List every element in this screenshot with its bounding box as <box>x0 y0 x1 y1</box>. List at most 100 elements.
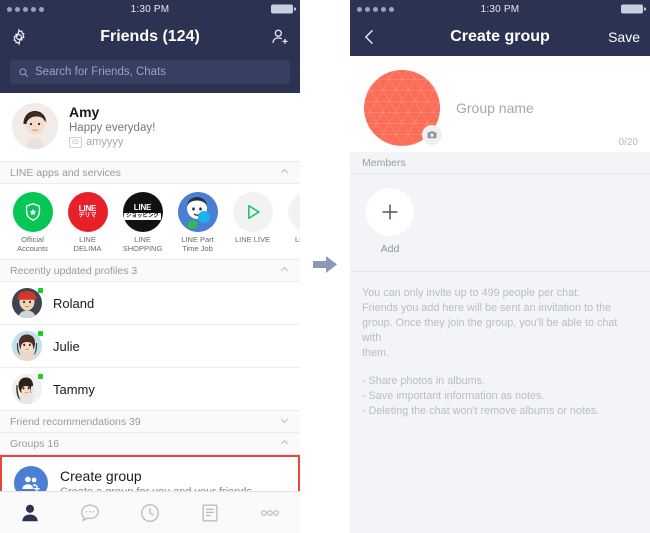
profile-id: amyyyy <box>86 136 124 148</box>
status-time: 1:30 PM <box>480 3 520 15</box>
camera-icon[interactable] <box>422 125 442 145</box>
section-label: Friend recommendations 39 <box>10 415 141 428</box>
profile-name: Amy <box>69 104 100 120</box>
tab-timeline[interactable] <box>120 502 180 524</box>
members-area: Add <box>350 174 650 272</box>
transition-arrow-area <box>300 0 350 533</box>
section-header-groups[interactable]: Groups 16 <box>0 433 300 455</box>
app-label: LINE SHOPPING <box>122 235 163 253</box>
tab-chats[interactable] <box>60 502 120 524</box>
avatar <box>12 288 43 318</box>
add-label: Add <box>380 243 400 255</box>
section-label: LINE apps and services <box>10 166 121 179</box>
friend-name: Tammy <box>53 381 95 397</box>
character-counter: 0/20 <box>618 137 638 148</box>
app-label: LINE Part Time Job <box>181 235 214 253</box>
timeline-tab-icon <box>141 503 159 522</box>
music-note-icon <box>287 192 300 232</box>
status-bar-left: 1:30 PM <box>0 0 300 18</box>
friend-row-julie[interactable]: Julie <box>0 325 300 368</box>
search-icon <box>19 67 28 77</box>
app-item-line-shopping[interactable]: LINE ショッピング LINE SHOPPING <box>118 192 167 253</box>
section-label: Recently updated profiles 3 <box>10 264 138 277</box>
id-badge: ID <box>69 136 83 148</box>
add-member-button[interactable]: Add <box>364 188 416 255</box>
line-parttime-icon <box>177 192 218 232</box>
info-line-2: Friends you add here will be sent an inv… <box>362 302 612 314</box>
friends-screen: 1:30 PM Friends (124) Search for Friends… <box>0 0 300 533</box>
friends-tab-icon <box>22 504 38 521</box>
friend-name: Julie <box>53 338 80 354</box>
page-title: Create group <box>450 28 550 45</box>
update-dot <box>38 331 43 336</box>
save-button[interactable]: Save <box>608 29 640 45</box>
chevron-up-icon <box>279 437 290 451</box>
line-shopping-icon: LINE ショッピング <box>122 192 163 232</box>
plus-icon <box>366 188 414 236</box>
save-label: Save <box>608 29 640 45</box>
tab-more[interactable] <box>240 502 300 524</box>
more-tab-icon <box>261 509 279 516</box>
chevron-up-icon <box>279 166 290 180</box>
update-dot <box>38 288 43 293</box>
my-profile-row[interactable]: Amy Happy everyday! ID amyyyy <box>0 93 300 162</box>
search-placeholder: Search for Friends, Chats <box>35 66 167 78</box>
search-area: Search for Friends, Chats <box>0 56 300 93</box>
app-label: LINE DELIMA <box>73 235 102 253</box>
update-dot <box>38 374 43 379</box>
arrow-right-icon <box>311 253 339 280</box>
friend-row-roland[interactable]: Roland <box>0 282 300 325</box>
avatar <box>12 331 43 361</box>
section-header-friend-recommendations[interactable]: Friend recommendations 39 <box>0 411 300 433</box>
profile-status-message: Happy everyday! <box>69 122 156 134</box>
apps-strip: Official Accounts LINE デリマ LINE DELIMA L… <box>0 184 300 260</box>
app-item-line-delima[interactable]: LINE デリマ LINE DELIMA <box>63 192 112 253</box>
chevron-left-icon[interactable] <box>360 27 380 47</box>
app-item-line-live[interactable]: LINE LIVE <box>228 192 277 253</box>
avatar <box>12 374 43 404</box>
chevron-up-icon <box>279 264 290 278</box>
friend-row-tammy[interactable]: Tammy <box>0 368 300 411</box>
add-person-icon[interactable] <box>270 27 290 47</box>
avatar <box>12 103 58 149</box>
tab-bar <box>0 491 300 533</box>
tab-news[interactable] <box>180 502 240 524</box>
battery-icon <box>271 4 296 14</box>
create-group-body: Group name 0/20 Members Add You can only… <box>350 56 650 533</box>
create-group-screen: 1:30 PM Create group Save Group name 0/2… <box>350 0 650 533</box>
section-header-apps[interactable]: LINE apps and services <box>0 162 300 184</box>
tab-friends[interactable] <box>0 502 60 524</box>
app-label: LINE LIVE <box>234 235 271 244</box>
section-header-recent-profiles[interactable]: Recently updated profiles 3 <box>0 260 300 282</box>
info-text-block: You can only invite up to 499 people per… <box>350 272 650 433</box>
group-name-input[interactable]: Group name <box>456 70 534 116</box>
chevron-down-icon <box>279 415 290 429</box>
line-delima-icon: LINE デリマ <box>67 192 108 232</box>
app-label: LINE M <box>294 235 300 244</box>
app-item-official-accounts[interactable]: Official Accounts <box>8 192 57 253</box>
dual-phone-stage: 1:30 PM Friends (124) Search for Friends… <box>0 0 650 533</box>
app-item-line-music[interactable]: LINE M <box>283 192 300 253</box>
members-header: Members <box>350 152 650 174</box>
news-tab-icon <box>202 504 218 521</box>
group-avatar[interactable] <box>364 70 442 146</box>
info-bullet-1: - Share photos in albums. <box>362 375 486 387</box>
info-bullet-3: - Deleting the chat won't remove albums … <box>362 405 600 417</box>
shopping-bottom: ショッピング <box>123 213 161 220</box>
friend-name: Roland <box>53 295 95 311</box>
battery-icon <box>621 4 646 14</box>
nav-bar-left: Friends (124) <box>0 18 300 56</box>
play-icon <box>232 192 273 232</box>
info-bullet-2: - Save important information as notes. <box>362 390 545 402</box>
create-group-title: Create group <box>60 468 142 484</box>
delima-top: LINE <box>78 203 97 213</box>
gear-icon[interactable] <box>10 28 28 46</box>
group-name-card: Group name 0/20 <box>350 56 650 152</box>
section-label: Groups 16 <box>10 437 60 450</box>
app-item-line-part-time-job[interactable]: LINE Part Time Job <box>173 192 222 253</box>
delima-bottom: デリマ <box>78 212 97 219</box>
info-line-3: group. Once they join the group, you'll … <box>362 317 618 344</box>
app-label: Official Accounts <box>17 235 48 253</box>
search-input[interactable]: Search for Friends, Chats <box>10 60 290 84</box>
profile-id-line: ID amyyyy <box>69 136 155 148</box>
